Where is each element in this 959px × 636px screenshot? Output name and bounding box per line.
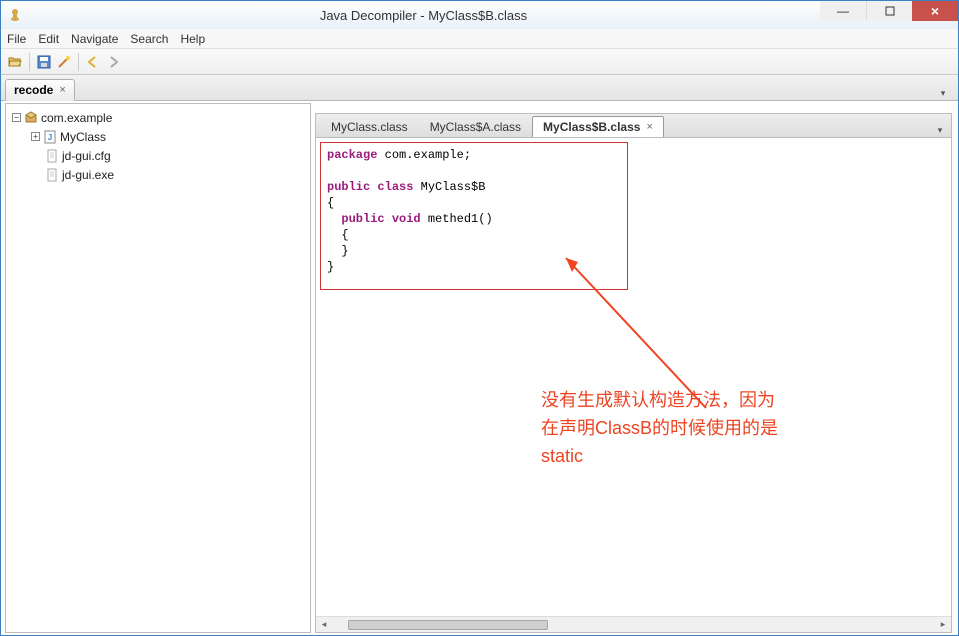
inner-tabbar: MyClass.class MyClass$A.class MyClass$B.… [315,113,952,137]
tree-label: jd-gui.cfg [62,149,111,163]
tabbar-chevron-icon[interactable]: ▾ [936,86,950,100]
menu-help[interactable]: Help [180,32,205,46]
annotation-line: static [541,442,778,470]
window-title: Java Decompiler - MyClass$B.class [27,8,820,23]
maximize-button[interactable] [866,1,912,21]
annotation-text: 没有生成默认构造方法，因为 在声明ClassB的时候使用的是 static [541,386,778,470]
scroll-left-icon[interactable]: ◂ [316,617,332,633]
tab-label: MyClass$B.class [543,120,640,134]
outer-tab-label: recode [14,83,53,97]
tabbar-chevron-icon[interactable]: ▾ [933,123,947,137]
tab-label: MyClass.class [331,120,408,134]
kw-public: public [341,212,384,226]
tree-row-cfg[interactable]: jd-gui.cfg [12,146,304,165]
forward-icon[interactable] [105,54,121,70]
outer-tab-recode[interactable]: recode × [5,79,75,101]
tree-row-myclass[interactable]: + J MyClass [12,127,304,146]
toolbar-separator [78,53,79,71]
kw-package: package [327,148,377,162]
code-text: { [327,196,334,210]
menu-edit[interactable]: Edit [38,32,59,46]
minimize-button[interactable]: — [820,1,866,21]
kw-void: void [385,212,421,226]
annotation-line: 没有生成默认构造方法，因为 [541,386,778,414]
outer-tabbar: recode × ▾ [1,75,958,101]
menu-file[interactable]: File [7,32,26,46]
horizontal-scrollbar[interactable]: ◂ ▸ [316,616,951,632]
tree-row-exe[interactable]: jd-gui.exe [12,165,304,184]
collapse-icon[interactable]: − [12,113,21,122]
file-icon [45,149,59,163]
java-file-icon: J [43,130,57,144]
code-text: } [327,260,334,274]
menubar: File Edit Navigate Search Help [1,29,958,49]
back-icon[interactable] [85,54,101,70]
code-text: MyClass$B [413,180,485,194]
menu-navigate[interactable]: Navigate [71,32,118,46]
svg-text:J: J [48,133,52,142]
code-text: methed1() [421,212,493,226]
close-button[interactable]: × [912,1,958,21]
tab-myclass-b[interactable]: MyClass$B.class × [532,116,664,138]
kw-public: public [327,180,370,194]
tree: − com.example + J MyClass j [6,104,310,188]
code-text: com.example; [377,148,471,162]
window-controls: — × [820,1,958,21]
scrollbar-thumb[interactable] [348,620,548,630]
save-icon[interactable] [36,54,52,70]
toolbar [1,49,958,75]
file-icon [45,168,59,182]
expand-icon[interactable]: + [31,132,40,141]
code-text: { [327,228,349,242]
tree-pane: − com.example + J MyClass j [5,103,311,633]
toolbar-separator [29,53,30,71]
tree-label: MyClass [60,130,106,144]
wand-icon[interactable] [56,54,72,70]
split-pane: − com.example + J MyClass j [1,101,958,635]
editor-pane: MyClass.class MyClass$A.class MyClass$B.… [315,103,952,633]
tab-myclass[interactable]: MyClass.class [320,116,419,137]
close-tab-icon[interactable]: × [646,121,652,133]
titlebar: Java Decompiler - MyClass$B.class — × [1,1,958,29]
scroll-right-icon[interactable]: ▸ [935,617,951,633]
tree-row-package[interactable]: − com.example [12,108,304,127]
package-icon [24,111,38,125]
tab-label: MyClass$A.class [430,120,521,134]
annotation-line: 在声明ClassB的时候使用的是 [541,414,778,442]
open-icon[interactable] [7,54,23,70]
menu-search[interactable]: Search [130,32,168,46]
close-tab-icon[interactable]: × [59,84,65,96]
tree-label: com.example [41,111,112,125]
code-editor[interactable]: package com.example; public class MyClas… [315,137,952,633]
tree-label: jd-gui.exe [62,168,114,182]
code-text: } [327,244,349,258]
tab-myclass-a[interactable]: MyClass$A.class [419,116,532,137]
app-icon [7,7,23,23]
kw-class: class [370,180,413,194]
